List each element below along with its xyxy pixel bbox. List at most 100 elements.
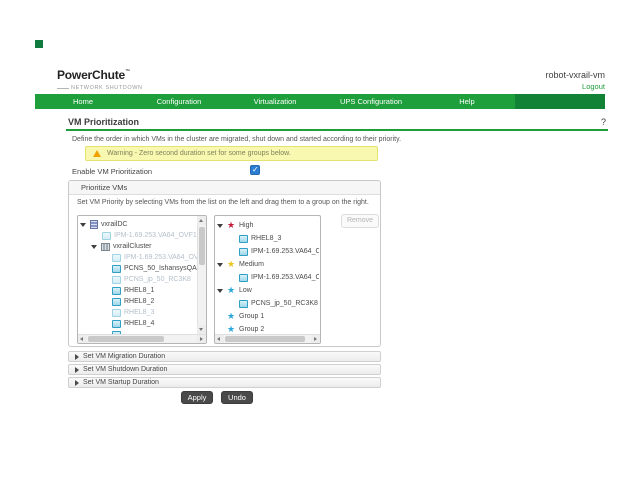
priority-groups-tree-area: High RHEL8_3 IPM-1.69.253.VA64_OVF10 Med… [215,216,319,334]
help-icon[interactable]: ? [601,117,606,127]
vertical-scrollbar[interactable] [197,216,206,334]
enable-vm-prioritization-label: Enable VM Prioritization [72,167,152,176]
warning-icon [93,150,101,157]
page-description: Define the order in which VMs in the clu… [72,136,401,143]
tree-node-vm[interactable]: IPM-1.69.253.VA64_OVF10 [78,252,197,263]
nav-item-ups-configuration[interactable]: UPS Configuration [323,94,419,109]
tree-node-cluster[interactable]: vxrailCluster [78,241,197,252]
star-icon [227,260,236,269]
scroll-right-icon[interactable] [197,335,206,344]
vm-icon [112,309,121,317]
tree-node-label: PCNS_jp_50_RC3K8 [251,300,318,307]
tree-node-label: RHEL8_3 [124,309,154,316]
scroll-down-icon[interactable] [197,325,206,334]
group-node-group1[interactable]: Group 1 [215,310,319,323]
accordion-startup-duration[interactable]: Set VM Startup Duration [68,377,381,388]
tree-node-label: RHEL8_3 [251,235,281,242]
tree-node-vm[interactable]: PCNS_jp_50_RC3K8 [78,274,197,285]
undo-button[interactable]: Undo [221,391,253,404]
group-vm-node[interactable]: IPM-1.69.253.VA64_OVF10 [215,245,319,258]
tree-node-label: vxrailCluster [113,243,152,250]
horizontal-scrollbar[interactable] [78,334,206,343]
main-navbar: Home Configuration Virtualization UPS Co… [35,94,605,109]
enable-vm-prioritization-checkbox[interactable] [250,165,260,175]
apply-button[interactable]: Apply [181,391,213,404]
tree-node-vm[interactable]: RHEL8_3 [78,307,197,318]
star-icon [227,221,236,230]
nav-cells: Home Configuration Virtualization UPS Co… [35,94,515,109]
tree-node-vm[interactable]: RHEL8_4 [78,318,197,329]
page-title: VM Prioritization [68,117,139,127]
expand-arrow-icon[interactable] [80,223,86,227]
vm-inventory-tree-area: vxrailDC IPM-1.69.253.VA64_OVF1 vxrailCl… [78,216,197,334]
nav-item-virtualization[interactable]: Virtualization [227,94,323,109]
trademark-symbol: ™ [125,69,130,75]
star-icon [227,325,236,334]
tree-node-vm[interactable]: RHEL8_2 [78,296,197,307]
accordion-shutdown-duration[interactable]: Set VM Shutdown Duration [68,364,381,375]
hostname-label: robot-vxrail-vm [545,70,605,80]
group-vm-node[interactable]: PCNS_jp_50_RC3K8 [215,297,319,310]
accordion-label: Set VM Shutdown Duration [83,366,167,373]
logout-link[interactable]: Logout [545,82,605,91]
vm-icon [239,248,248,256]
tree-node-label: IPM-1.69.253.VA64_OVF1 [114,232,197,239]
tree-node-datacenter[interactable]: vxrailDC [78,219,197,230]
logo-title: PowerChute [57,68,125,82]
vm-icon [239,235,248,243]
group-node-medium[interactable]: Medium [215,258,319,271]
tree-node-vm[interactable]: RHEL8_1 [78,285,197,296]
nav-item-help[interactable]: Help [419,94,515,109]
group-vm-node[interactable]: IPM-1.69.253.VA64_OVF10_ [215,271,319,284]
panel-instruction: Set VM Priority by selecting VMs from th… [77,199,373,207]
expand-arrow-icon[interactable] [217,263,223,267]
account-area: robot-vxrail-vm Logout [545,70,605,91]
vm-inventory-tree: vxrailDC IPM-1.69.253.VA64_OVF1 vxrailCl… [77,215,207,344]
expand-arrow-icon[interactable] [217,289,223,293]
priority-groups-tree: High RHEL8_3 IPM-1.69.253.VA64_OVF10 Med… [214,215,321,344]
group-label: High [239,222,253,229]
tree-node-label: IPM-1.69.253.VA64_OVF10 [124,254,197,261]
collapsed-arrow-icon [75,354,79,360]
warning-text: Warning - Zero second duration set for s… [107,150,291,157]
tree-node-label: vxrailDC [101,221,127,228]
scroll-left-icon[interactable] [215,335,224,344]
scroll-left-icon[interactable] [78,335,87,344]
group-vm-node[interactable]: RHEL8_3 [215,232,319,245]
tree-node-label: RHEL8_1 [124,287,154,294]
remove-button[interactable]: Remove [341,214,379,228]
scroll-right-icon[interactable] [311,335,320,344]
nav-item-home[interactable]: Home [35,94,131,109]
logo-dash-line [57,88,69,89]
vm-icon [112,298,121,306]
vm-icon [112,320,121,328]
nav-item-configuration[interactable]: Configuration [131,94,227,109]
group-node-low[interactable]: Low [215,284,319,297]
vm-icon [239,300,248,308]
expand-arrow-icon[interactable] [91,245,97,249]
group-node-group2[interactable]: Group 2 [215,323,319,334]
accordion-label: Set VM Migration Duration [83,353,165,360]
star-icon [227,286,236,295]
star-icon [227,312,236,321]
accordion-migration-duration[interactable]: Set VM Migration Duration [68,351,381,362]
scroll-up-icon[interactable] [197,216,206,225]
tree-node-label: IPM-1.69.253.VA64_OVF10_ [251,274,319,281]
horizontal-scroll-thumb[interactable] [88,336,164,342]
horizontal-scroll-thumb[interactable] [225,336,305,342]
horizontal-scrollbar[interactable] [215,334,320,343]
vm-icon [239,274,248,282]
vm-icon [102,232,111,240]
cluster-icon [101,243,110,251]
group-node-high[interactable]: High [215,219,319,232]
tree-node-label: RHEL8_4 [124,320,154,327]
title-underline [66,129,608,131]
vertical-scroll-thumb[interactable] [199,227,205,265]
expand-arrow-icon[interactable] [217,224,223,228]
page-corner-mark [35,40,43,48]
tree-node-vm[interactable]: IPM-1.69.253.VA64_OVF1 [78,230,197,241]
tree-node-vm[interactable]: PCNS_50_IshansysQA [78,263,197,274]
vm-icon [112,254,121,262]
vm-icon [112,287,121,295]
group-label: Medium [239,261,264,268]
